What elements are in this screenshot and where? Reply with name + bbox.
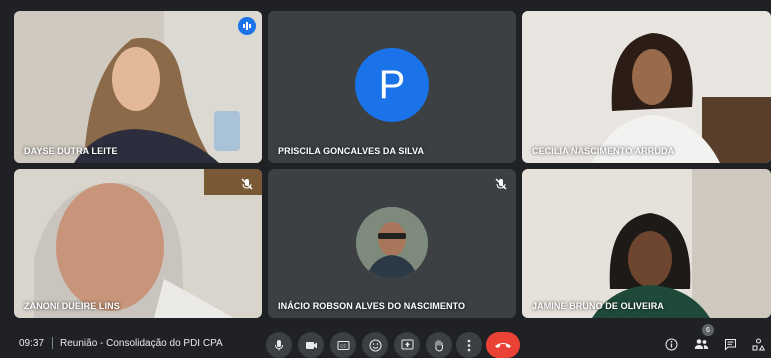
chat-icon: [724, 338, 736, 351]
camera-icon: [305, 341, 317, 349]
avatar: P: [355, 48, 429, 122]
svg-text:CC: CC: [340, 343, 347, 348]
mic-off-icon: [495, 178, 507, 190]
participant-count-badge: 6: [702, 324, 714, 336]
emoji-icon: [369, 339, 381, 351]
meeting-time: 09:37: [19, 338, 45, 349]
captions-button[interactable]: CC: [330, 332, 356, 358]
present-icon: [401, 339, 413, 350]
video-feed: [14, 169, 262, 318]
participant-tile-dayse[interactable]: DAYSE DUTRA LEITE: [14, 11, 262, 163]
activities-icon: [752, 338, 765, 350]
chat-button[interactable]: [720, 334, 740, 354]
participant-name: PRISCILA GONCALVES DA SILVA: [278, 146, 425, 156]
participant-tile-priscila[interactable]: P PRISCILA GONCALVES DA SILVA: [268, 11, 516, 163]
participant-tile-inacio[interactable]: INÁCIO ROBSON ALVES DO NASCIMENTO: [268, 169, 516, 318]
people-icon: [694, 339, 708, 349]
more-options-button[interactable]: [456, 332, 482, 358]
participant-name: ZANONI DUEIRE LINS: [24, 301, 120, 311]
speaking-indicator-icon: [238, 17, 256, 35]
participant-name: JAMINE BRUNO DE OLIVEIRA: [532, 301, 664, 311]
participant-tile-jamine[interactable]: JAMINE BRUNO DE OLIVEIRA: [522, 169, 771, 318]
meeting-title: Reunião - Consolidação do PDI CPA: [60, 338, 223, 349]
avatar: [356, 207, 428, 279]
camera-button[interactable]: [298, 332, 324, 358]
divider: [52, 337, 53, 349]
people-button[interactable]: [691, 334, 711, 354]
raise-hand-button[interactable]: [426, 332, 452, 358]
microphone-button[interactable]: [266, 332, 292, 358]
participant-grid: DAYSE DUTRA LEITE P PRISCILA GONCALVES D…: [14, 11, 771, 318]
participant-tile-cecilia[interactable]: CECILIA NASCIMENTO ARRUDA: [522, 11, 771, 163]
captions-icon: CC: [337, 340, 349, 350]
activities-button[interactable]: [748, 334, 768, 354]
end-call-button[interactable]: [486, 332, 520, 358]
participant-name: DAYSE DUTRA LEITE: [24, 146, 118, 156]
participant-name: INÁCIO ROBSON ALVES DO NASCIMENTO: [278, 301, 466, 311]
video-feed: [14, 11, 262, 163]
meeting-toolbar: 09:37 Reunião - Consolidação do PDI CPA …: [0, 324, 771, 358]
video-feed: [522, 169, 771, 318]
more-icon: [467, 339, 471, 351]
video-feed: [522, 11, 771, 163]
emoji-button[interactable]: [362, 332, 388, 358]
meeting-info-button[interactable]: [661, 334, 681, 354]
present-button[interactable]: [394, 332, 420, 358]
raise-hand-icon: [435, 339, 444, 352]
info-icon: [665, 338, 677, 350]
microphone-icon: [275, 340, 283, 351]
participant-name: CECILIA NASCIMENTO ARRUDA: [532, 146, 675, 156]
end-call-icon: [495, 343, 511, 348]
participant-tile-zanoni[interactable]: ZANONI DUEIRE LINS: [14, 169, 262, 318]
mic-off-icon: [241, 178, 253, 190]
